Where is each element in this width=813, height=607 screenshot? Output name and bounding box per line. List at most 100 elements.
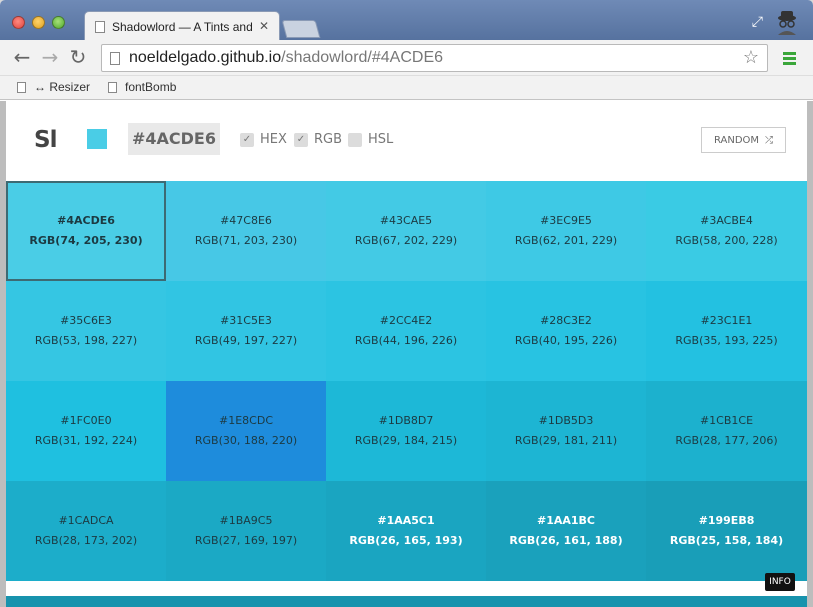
incognito-icon xyxy=(778,11,796,35)
color-rgb-label: RGB(58, 200, 228) xyxy=(675,234,778,247)
color-tile[interactable]: #3EC9E5 RGB(62, 201, 229) xyxy=(486,181,646,281)
hex-toggle[interactable]: ✓ HEX xyxy=(240,132,287,147)
color-tile[interactable]: #28C3E2 RGB(40, 195, 226) xyxy=(486,281,646,381)
color-hex-label: #35C6E3 xyxy=(60,314,112,327)
color-rgb-label: RGB(71, 203, 230) xyxy=(194,234,298,247)
color-tile[interactable]: #1BA9C5 RGB(27, 169, 197) xyxy=(166,481,326,581)
color-tile[interactable]: #1CADCA RGB(28, 173, 202) xyxy=(6,481,166,581)
color-rgb-label: RGB(62, 201, 229) xyxy=(514,234,618,247)
page-icon xyxy=(108,81,117,93)
color-tile[interactable]: #35C6E3 RGB(53, 198, 227) xyxy=(6,281,166,381)
color-hex-label: #199EB8 xyxy=(698,514,755,527)
browser-toolbar: ← → ↻ noeldelgado.github.io /shadowlord/… xyxy=(0,40,813,76)
color-tile[interactable]: #199EB8 RGB(25, 158, 184) xyxy=(646,481,807,581)
app-header: Sl #4ACDE6 ✓ HEX ✓ RGB HSL RANDOM ⤮ xyxy=(6,101,807,181)
color-rgb-label: RGB(40, 195, 226) xyxy=(514,334,618,347)
color-hex-label: #3ACBE4 xyxy=(700,214,753,227)
close-tab-icon[interactable]: ✕ xyxy=(259,19,269,33)
color-tile[interactable]: #1FC0E0 RGB(31, 192, 224) xyxy=(6,381,166,481)
bookmark-resizer[interactable]: ↔ Resizer xyxy=(17,80,90,94)
hsl-toggle[interactable]: HSL xyxy=(348,132,393,147)
bookmark-star-icon[interactable]: ☆ xyxy=(743,47,759,68)
color-rgb-label: RGB(28, 173, 202) xyxy=(34,534,138,547)
back-arrow-icon[interactable]: ← xyxy=(11,46,33,68)
color-rgb-label: RGB(27, 169, 197) xyxy=(194,534,298,547)
color-tile[interactable]: #1AA1BC RGB(26, 161, 188) xyxy=(486,481,646,581)
color-rgb-label: RGB(67, 202, 229) xyxy=(354,234,458,247)
color-tile[interactable]: #43CAE5 RGB(67, 202, 229) xyxy=(326,181,486,281)
hsl-toggle-label: HSL xyxy=(368,132,394,147)
random-button[interactable]: RANDOM ⤮ xyxy=(701,127,786,153)
color-rgb-label: RGB(25, 158, 184) xyxy=(669,534,784,547)
color-hex-label: #47C8E6 xyxy=(220,214,272,227)
menu-icon[interactable] xyxy=(783,52,796,67)
close-window-button[interactable] xyxy=(12,16,25,29)
color-tile[interactable]: #23C1E1 RGB(35, 193, 225) xyxy=(646,281,807,381)
next-row-strip xyxy=(6,596,807,607)
new-tab-button[interactable] xyxy=(281,20,321,38)
page-icon xyxy=(110,51,120,65)
color-tile[interactable]: #31C5E3 RGB(49, 197, 227) xyxy=(166,281,326,381)
color-hex-label: #2CC4E2 xyxy=(379,314,433,327)
color-hex-label: #1DB8D7 xyxy=(378,414,434,427)
bookmark-fontbomb[interactable]: fontBomb xyxy=(108,80,176,94)
color-hex-label: #28C3E2 xyxy=(540,314,592,327)
color-rgb-label: RGB(35, 193, 225) xyxy=(675,334,778,347)
color-rgb-label: RGB(31, 192, 224) xyxy=(34,434,138,447)
color-tile[interactable]: #4ACDE6 RGB(74, 205, 230) xyxy=(6,181,166,281)
page-icon xyxy=(95,20,105,33)
color-hex-label: #1CADCA xyxy=(58,514,114,527)
color-hex-label: #43CAE5 xyxy=(379,214,433,227)
shuffle-icon: ⤮ xyxy=(765,134,774,146)
checkbox-unchecked-icon[interactable] xyxy=(348,132,362,147)
color-rgb-label: RGB(30, 188, 220) xyxy=(194,434,298,447)
window-frame-right xyxy=(807,101,813,607)
color-hex-label: #1CB1CE xyxy=(699,414,754,427)
color-tile[interactable]: #1DB8D7 RGB(29, 184, 215) xyxy=(326,381,486,481)
color-hex-label: #1FC0E0 xyxy=(60,414,112,427)
page-icon xyxy=(17,81,26,93)
color-hex-label: #23C1E1 xyxy=(700,314,753,327)
url-host: noeldelgado.github.io xyxy=(129,49,282,66)
color-tile[interactable]: #1E8CDC RGB(30, 188, 220) xyxy=(166,381,326,481)
info-button[interactable]: INFO xyxy=(765,573,795,591)
color-tile[interactable]: #2CC4E2 RGB(44, 196, 226) xyxy=(326,281,486,381)
checkbox-checked-icon[interactable]: ✓ xyxy=(240,132,254,147)
reload-icon[interactable]: ↻ xyxy=(67,46,89,68)
random-button-label: RANDOM xyxy=(713,134,760,146)
color-hex-label: #3EC9E5 xyxy=(540,214,592,227)
rgb-toggle[interactable]: ✓ RGB xyxy=(294,132,342,147)
color-tile[interactable]: #1AA5C1 RGB(26, 165, 193) xyxy=(326,481,486,581)
color-grid: #4ACDE6 RGB(74, 205, 230) #47C8E6 RGB(71, 2… xyxy=(6,181,807,607)
hex-toggle-label: HEX xyxy=(260,132,287,147)
fullscreen-icon[interactable]: ⤢ xyxy=(752,14,763,30)
color-input[interactable]: #4ACDE6 xyxy=(128,123,220,155)
browser-window: Shadowlord — A Tints and ✕ ⤢ ← → ↻ noeld… xyxy=(0,0,813,607)
bookmark-label: fontBomb xyxy=(125,80,177,94)
color-tile[interactable]: #47C8E6 RGB(71, 203, 230) xyxy=(166,181,326,281)
tab-shadowlord[interactable]: Shadowlord — A Tints and ✕ xyxy=(84,11,280,41)
color-rgb-label: RGB(29, 181, 211) xyxy=(514,434,618,447)
color-rgb-label: RGB(28, 177, 206) xyxy=(675,434,778,447)
url-path: /shadowlord/#4ACDE6 xyxy=(281,49,444,66)
title-bar: Shadowlord — A Tints and ✕ ⤢ xyxy=(0,0,813,41)
color-tile[interactable]: #1CB1CE RGB(28, 177, 206) xyxy=(646,381,807,481)
app-logo: Sl xyxy=(34,127,57,153)
rgb-toggle-label: RGB xyxy=(314,132,343,147)
maximize-window-button[interactable] xyxy=(52,16,65,29)
color-rgb-label: RGB(26, 165, 193) xyxy=(349,534,463,547)
color-rgb-label: RGB(44, 196, 226) xyxy=(354,334,458,347)
color-swatch xyxy=(87,129,107,149)
color-hex-label: #4ACDE6 xyxy=(57,214,115,227)
color-tile[interactable]: #1DB5D3 RGB(29, 181, 211) xyxy=(486,381,646,481)
bookmark-label: ↔ Resizer xyxy=(34,80,91,94)
color-tile[interactable]: #3ACBE4 RGB(58, 200, 228) xyxy=(646,181,807,281)
minimize-window-button[interactable] xyxy=(32,16,45,29)
color-hex-label: #1AA5C1 xyxy=(377,514,435,527)
forward-arrow-icon[interactable]: → xyxy=(39,46,61,68)
color-hex-label: #1DB5D3 xyxy=(538,414,594,427)
checkbox-checked-icon[interactable]: ✓ xyxy=(294,132,308,147)
color-hex-label: #1AA1BC xyxy=(536,514,595,527)
bookmarks-bar: ↔ Resizer fontBomb xyxy=(0,76,813,100)
address-bar[interactable]: noeldelgado.github.io /shadowlord/#4ACDE… xyxy=(101,44,768,72)
